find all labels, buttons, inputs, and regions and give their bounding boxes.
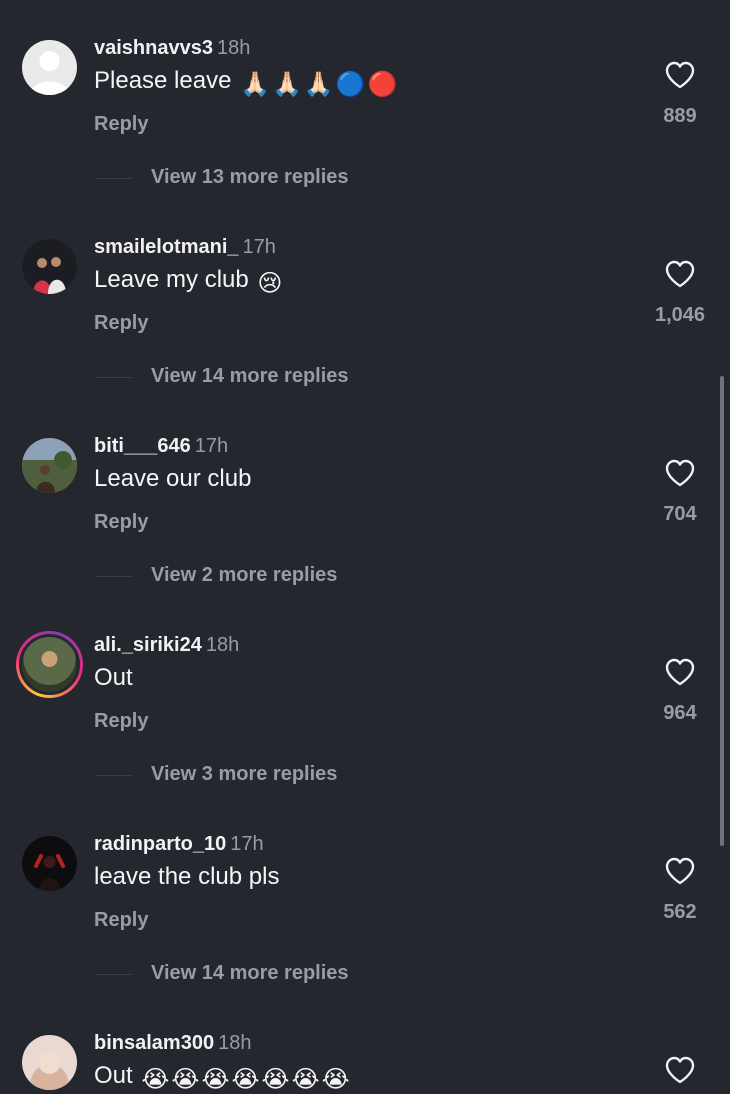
avatar-photo xyxy=(22,1035,77,1090)
replies-divider xyxy=(96,377,132,378)
like-count: 889 xyxy=(663,105,697,127)
like-count: 704 xyxy=(663,503,697,525)
emoji: 🙏🏻 xyxy=(272,71,302,98)
emoji: 😢 xyxy=(257,270,283,297)
view-more-replies-button[interactable]: View 14 more replies xyxy=(151,962,349,985)
replies-divider xyxy=(96,974,132,975)
comment-username[interactable]: binsalam300 xyxy=(94,1032,214,1054)
emoji: 🔴 xyxy=(367,71,398,98)
like-count: 964 xyxy=(663,702,697,724)
view-more-replies-button[interactable]: View 13 more replies xyxy=(151,166,349,189)
comment-text-body: Out xyxy=(94,1062,133,1089)
heart-outline-icon[interactable] xyxy=(664,1055,696,1085)
comment-username[interactable]: vaishnavvs3 xyxy=(94,37,213,59)
comment-text: leave the club pls xyxy=(94,863,279,891)
comment-username[interactable]: smailelotmani_ xyxy=(94,236,239,258)
heart-outline-icon[interactable] xyxy=(664,856,696,886)
avatar[interactable] xyxy=(22,1035,77,1090)
comment-text-body: Out xyxy=(94,664,133,691)
heart-outline-icon[interactable] xyxy=(664,60,696,90)
comment-time: 18h xyxy=(205,634,240,656)
comment-text: Out 😭😭😭😭😭😭😭 xyxy=(94,1062,350,1094)
comment-text-body: Leave my club xyxy=(94,266,249,293)
emoji: 😭 xyxy=(201,1066,230,1093)
avatar-photo xyxy=(22,239,77,294)
avatar[interactable] xyxy=(22,40,77,95)
reply-button[interactable]: Reply xyxy=(94,312,148,335)
comment-item: radinparto_10 17h leave the club pls Repl… xyxy=(0,796,730,995)
comment-text-body: Leave our club xyxy=(94,465,252,492)
emoji: 😭 xyxy=(171,1066,200,1093)
emoji: 😭 xyxy=(321,1066,350,1093)
view-more-replies-button[interactable]: View 3 more replies xyxy=(151,763,337,786)
default-avatar-icon xyxy=(22,40,77,95)
heart-outline-icon[interactable] xyxy=(664,458,696,488)
comment-item: binsalam300 18h Out 😭😭😭😭😭😭😭 xyxy=(0,995,730,1094)
reply-button[interactable]: Reply xyxy=(94,511,148,534)
view-more-replies-button[interactable]: View 14 more replies xyxy=(151,365,349,388)
emoji: 🙏🏻 xyxy=(240,71,270,98)
avatar[interactable] xyxy=(22,438,77,493)
comment-text: Leave our club xyxy=(94,465,251,493)
like-count: 562 xyxy=(663,901,697,923)
comment-time: 18h xyxy=(218,1032,252,1054)
comment-username[interactable]: biti___646 xyxy=(94,435,191,457)
comment-username[interactable]: radinparto_10 xyxy=(94,833,226,855)
comment-time: 18h xyxy=(216,37,251,59)
heart-outline-icon[interactable] xyxy=(664,259,696,289)
replies-divider xyxy=(96,178,132,179)
view-more-replies-button[interactable]: View 2 more replies xyxy=(151,564,337,587)
heart-outline-icon[interactable] xyxy=(664,657,696,687)
reply-button[interactable]: Reply xyxy=(94,909,148,932)
emoji: 😭 xyxy=(291,1066,320,1093)
avatar-with-story-ring[interactable] xyxy=(16,631,83,698)
comment-text: Leave my club 😢 xyxy=(94,266,282,298)
comment-username[interactable]: ali._siriki24 xyxy=(94,634,202,656)
comment-time: 17h xyxy=(194,435,229,457)
comment-text: Please leave 🙏🏻🙏🏻🙏🏻🔵🔴 xyxy=(94,67,398,99)
avatar[interactable] xyxy=(22,239,77,294)
reply-button[interactable]: Reply xyxy=(94,113,148,136)
emoji: 😭 xyxy=(141,1066,170,1093)
avatar-photo xyxy=(19,634,80,695)
comment-text-body: Please leave xyxy=(94,67,232,94)
comment-item: ali._siriki24 18h Out Reply View 3 more r… xyxy=(0,597,730,796)
comment-time: 17h xyxy=(230,833,264,855)
avatar-photo xyxy=(22,836,77,891)
avatar-photo xyxy=(22,438,77,493)
comment-text-body: leave the club pls xyxy=(94,863,280,890)
reply-button[interactable]: Reply xyxy=(94,710,148,733)
comment-item: vaishnavvs3 18h Please leave 🙏🏻🙏🏻🙏🏻🔵🔴 Rep… xyxy=(0,0,730,199)
replies-divider xyxy=(96,775,132,776)
comments-screen: vaishnavvs3 18h Please leave 🙏🏻🙏🏻🙏🏻🔵🔴 Rep… xyxy=(0,0,730,1094)
emoji: 🙏🏻 xyxy=(303,71,334,98)
comment-time: 17h xyxy=(242,236,276,258)
comment-item: smailelotmani_ 17h Leave my club 😢 Reply … xyxy=(0,199,730,398)
avatar[interactable] xyxy=(22,836,77,891)
scrollbar[interactable] xyxy=(720,376,724,846)
emoji: 🔵 xyxy=(335,71,366,98)
comment-text: Out xyxy=(94,664,133,692)
comment-item: biti___646 17h Leave our club Reply View … xyxy=(0,398,730,597)
replies-divider xyxy=(96,576,132,577)
emoji: 😭 xyxy=(261,1066,290,1093)
emoji: 😭 xyxy=(231,1066,260,1093)
like-count: 1,046 xyxy=(654,304,706,326)
